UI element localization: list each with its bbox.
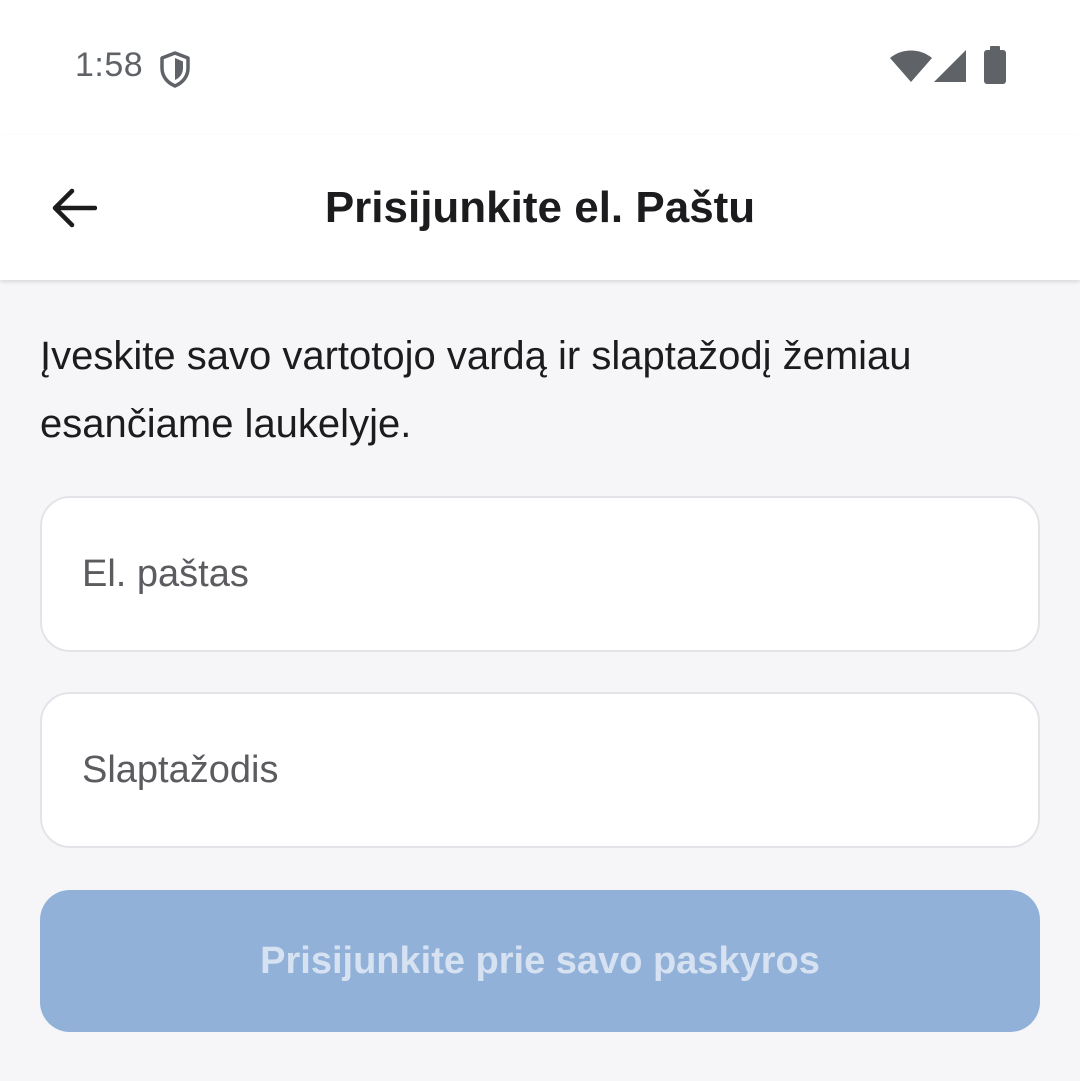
email-field[interactable] bbox=[40, 496, 1040, 652]
login-button[interactable]: Prisijunkite prie savo paskyros bbox=[40, 890, 1040, 1032]
status-time: 1:58 bbox=[75, 46, 144, 84]
page-title: Prisijunkite el. Paštu bbox=[324, 183, 756, 232]
instructions-text: Įveskite savo vartotojo vardą ir slaptaž… bbox=[40, 334, 912, 446]
battery-icon bbox=[984, 46, 1006, 84]
wifi-icon bbox=[890, 50, 932, 82]
shield-icon bbox=[160, 51, 190, 88]
status-bar: 1:58 bbox=[0, 0, 1080, 135]
signal-icon bbox=[934, 50, 966, 82]
email-input[interactable] bbox=[82, 498, 1002, 650]
password-input[interactable] bbox=[82, 694, 1002, 846]
password-field[interactable] bbox=[40, 692, 1040, 848]
login-form: Įveskite savo vartotojo vardą ir slaptaž… bbox=[0, 280, 1080, 1081]
app-bar: Prisijunkite el. Paštu bbox=[0, 135, 1080, 280]
